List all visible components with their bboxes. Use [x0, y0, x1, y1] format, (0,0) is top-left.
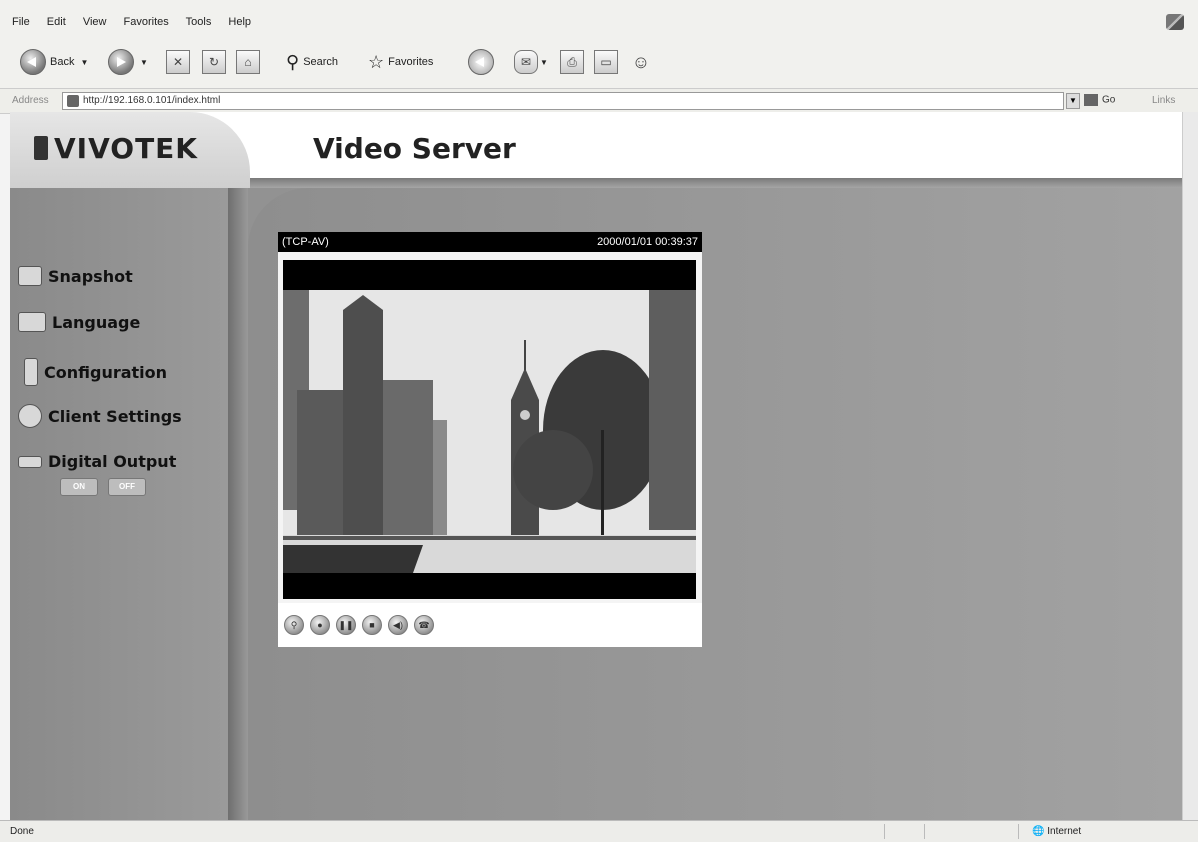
search-icon: ⚲	[286, 51, 300, 72]
mail-button[interactable]: ✉ ▼	[514, 48, 548, 76]
digital-output-on-button[interactable]: ON	[60, 478, 98, 496]
dropdown-arrow-icon[interactable]: ▼	[540, 58, 548, 67]
go-arrow-icon	[1084, 94, 1098, 106]
history-button[interactable]	[468, 48, 494, 76]
volume-icon[interactable]: ◀)	[388, 615, 408, 635]
menu-edit[interactable]: Edit	[47, 16, 66, 28]
nav-label: Snapshot	[48, 266, 133, 286]
video-control-bar: ⚲ ● ❚❚ ■ ◀) ☎	[278, 603, 702, 647]
status-text: Done	[10, 826, 34, 837]
back-button[interactable]: Back ▼	[20, 48, 88, 76]
favorites-label: Favorites	[388, 56, 434, 68]
live-video-image	[283, 290, 696, 573]
tools-icon	[24, 358, 38, 386]
menu-file[interactable]: File	[12, 16, 30, 28]
forward-button[interactable]: ▼	[108, 48, 148, 76]
home-icon: ⌂	[236, 50, 260, 74]
security-zone: 🌐 Internet	[1032, 826, 1082, 837]
video-frame	[283, 260, 696, 599]
menu-tools[interactable]: Tools	[186, 16, 212, 28]
nav-configuration[interactable]: Configuration	[18, 358, 167, 386]
status-divider	[884, 824, 885, 839]
digital-output-off-button[interactable]: OFF	[108, 478, 146, 496]
camera-icon	[18, 266, 42, 286]
address-bar: Address http://192.168.0.101/index.html …	[0, 88, 1198, 114]
menu-favorites[interactable]: Favorites	[124, 16, 169, 28]
video-caption-bar: (TCP-AV) 2000/01/01 00:39:37	[278, 232, 702, 252]
url-text: http://192.168.0.101/index.html	[83, 95, 221, 106]
favorites-button[interactable]: ☆ Favorites	[368, 48, 433, 76]
talk-icon[interactable]: ☎	[414, 615, 434, 635]
stream-protocol: (TCP-AV)	[282, 236, 329, 248]
logo-area: VIVOTEK	[10, 112, 250, 188]
nav-label: Client Settings	[48, 406, 182, 426]
nav-label: Language	[52, 312, 141, 332]
url-input[interactable]: http://192.168.0.101/index.html	[62, 92, 1064, 110]
back-arrow-icon	[20, 49, 46, 75]
pause-icon[interactable]: ❚❚	[336, 615, 356, 635]
print-icon: ⎙	[560, 50, 584, 74]
forward-arrow-icon	[108, 49, 134, 75]
record-icon[interactable]: ●	[310, 615, 330, 635]
stop-x-icon: ✕	[166, 50, 190, 74]
switch-icon	[18, 455, 42, 468]
page-content: VIVOTEK Video Server Snapshot Language C…	[10, 112, 1182, 820]
language-icon	[18, 312, 46, 332]
url-dropdown-button[interactable]: ▼	[1066, 93, 1080, 109]
stop-icon[interactable]: ■	[362, 615, 382, 635]
address-label: Address	[12, 95, 49, 106]
stop-button[interactable]: ✕	[166, 48, 190, 76]
nav-snapshot[interactable]: Snapshot	[18, 266, 133, 286]
logo-mark-icon	[34, 136, 48, 160]
nav-label: Digital Output	[48, 452, 177, 471]
star-icon: ☆	[368, 51, 385, 72]
sidebar-divider	[228, 188, 248, 820]
search-button[interactable]: ⚲ Search	[286, 48, 338, 76]
nav-label: Configuration	[44, 362, 168, 382]
back-label: Back	[50, 56, 75, 68]
dropdown-arrow-icon[interactable]: ▼	[80, 58, 88, 67]
menu-view[interactable]: View	[83, 16, 107, 28]
messenger-icon: ☺	[631, 52, 651, 72]
nav-digital-output: Digital Output	[18, 452, 176, 471]
refresh-button[interactable]: ↻	[202, 48, 226, 76]
links-button[interactable]: Links	[1152, 95, 1175, 106]
status-bar: Done 🌐 Internet	[0, 820, 1198, 842]
menu-bar: File Edit View Favorites Tools Help	[0, 0, 1198, 38]
nav-client-settings[interactable]: Client Settings	[18, 404, 182, 428]
vivotek-logo: VIVOTEK	[34, 132, 198, 165]
zone-label: Internet	[1047, 826, 1082, 837]
home-button[interactable]: ⌂	[236, 48, 260, 76]
go-label: Go	[1102, 94, 1116, 106]
browser-toolbar: Back ▼ ▼ ✕ ↻ ⌂ ⚲ Search ☆ Favorites ✉ ▼ ⎙…	[0, 38, 1198, 88]
page-icon	[67, 95, 79, 107]
messenger-button[interactable]: ☺	[630, 48, 652, 76]
dropdown-arrow-icon[interactable]: ▼	[140, 58, 148, 67]
edit-icon: ▭	[594, 50, 618, 74]
mail-icon: ✉	[514, 50, 538, 74]
go-button[interactable]: Go	[1084, 94, 1115, 106]
print-button[interactable]: ⎙	[560, 48, 584, 76]
digital-output-toggle: ON OFF	[60, 478, 146, 496]
history-icon	[468, 49, 494, 75]
disc-icon	[18, 404, 42, 428]
status-divider	[1018, 824, 1019, 839]
search-label: Search	[303, 56, 339, 68]
edit-button[interactable]: ▭	[594, 48, 618, 76]
logo-text: VIVOTEK	[54, 132, 198, 165]
video-timestamp: 2000/01/01 00:39:37	[597, 236, 698, 248]
city-scene-picture	[283, 290, 696, 573]
page-title: Video Server	[313, 132, 516, 165]
zoom-icon[interactable]: ⚲	[284, 615, 304, 635]
status-divider	[924, 824, 925, 839]
video-viewer[interactable]	[278, 252, 702, 603]
nav-language[interactable]: Language	[18, 312, 140, 332]
windows-logo-icon	[1166, 14, 1184, 30]
refresh-icon: ↻	[202, 50, 226, 74]
menu-help[interactable]: Help	[228, 16, 251, 28]
vertical-scrollbar[interactable]	[1182, 112, 1198, 820]
